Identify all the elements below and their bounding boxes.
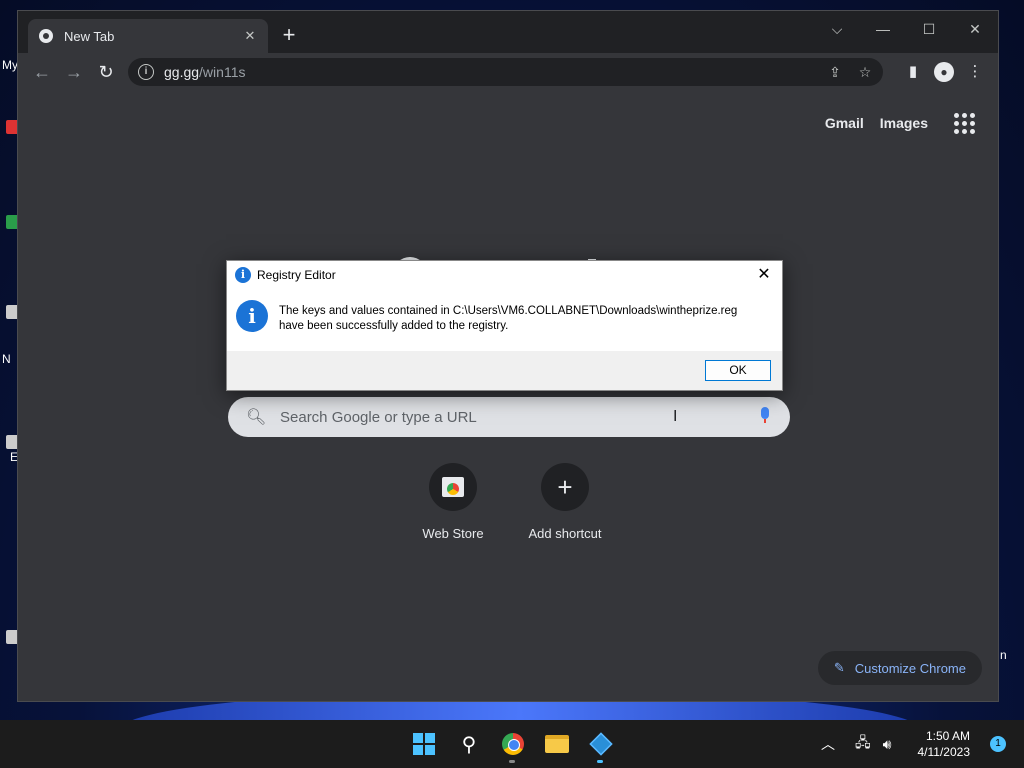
- address-bar[interactable]: i gg.gg/win11s ⇪ ☆: [128, 58, 883, 86]
- chrome-icon: [502, 733, 524, 755]
- taskbar: ⚲ ︿ 🖧︎ 🔊︎ 1:50 AM 4/11/2023 1: [0, 720, 1024, 768]
- network-icon[interactable]: 🖧︎: [855, 732, 871, 756]
- side-panel-icon[interactable]: ▮: [900, 59, 926, 85]
- microphone-icon[interactable]: [760, 407, 770, 425]
- tab-title: New Tab: [64, 28, 115, 44]
- taskbar-file-explorer[interactable]: [541, 728, 573, 760]
- tab-search-icon[interactable]: ⌵: [814, 15, 860, 43]
- shortcut-label: Web Store: [422, 526, 484, 541]
- start-button[interactable]: [408, 728, 440, 760]
- customize-chrome-button[interactable]: ✎ Customize Chrome: [817, 651, 982, 685]
- notification-badge[interactable]: 1: [990, 736, 1006, 752]
- customize-chrome-label: Customize Chrome: [854, 660, 966, 676]
- text-cursor-icon: I: [673, 408, 678, 425]
- reload-icon[interactable]: ↻: [90, 56, 122, 88]
- search-input[interactable]: [280, 408, 700, 426]
- site-info-icon[interactable]: i: [138, 64, 154, 80]
- images-link[interactable]: Images: [880, 115, 928, 131]
- desktop-label: N: [2, 352, 11, 366]
- clock-date: 4/11/2023: [917, 745, 971, 759]
- system-tray: ︿ 🖧︎ 🔊︎ 1:50 AM 4/11/2023 1: [821, 720, 1006, 768]
- web-store-icon: [442, 477, 464, 497]
- gmail-link[interactable]: Gmail: [825, 115, 864, 131]
- running-indicator: [597, 760, 603, 763]
- desktop-label: My: [2, 58, 18, 72]
- taskbar-chrome[interactable]: [497, 728, 529, 763]
- info-icon: i: [235, 267, 251, 283]
- toolbar: ← → ↻ i gg.gg/win11s ⇪ ☆ ▮ ● ⋮: [18, 53, 998, 91]
- shortcut-add[interactable]: + Add shortcut: [510, 463, 620, 541]
- apps-grid-icon[interactable]: [952, 111, 976, 135]
- windows-start-icon: [413, 733, 435, 755]
- ntp-search-box[interactable]: 🔍︎: [228, 397, 790, 437]
- url-path: /win11s: [199, 64, 246, 80]
- url-host: gg.gg: [164, 64, 200, 80]
- search-icon: ⚲: [461, 733, 477, 756]
- forward-icon[interactable]: →: [58, 56, 90, 88]
- volume-icon[interactable]: 🔊︎: [883, 736, 892, 753]
- maximize-icon[interactable]: ☐: [906, 15, 952, 43]
- chevron-up-icon[interactable]: ︿: [821, 734, 835, 754]
- tab-new-tab[interactable]: New Tab ✕: [28, 19, 268, 53]
- ok-button[interactable]: OK: [705, 360, 771, 381]
- dialog-titlebar: i Registry Editor ✕: [227, 261, 782, 289]
- close-icon[interactable]: ✕: [752, 263, 776, 287]
- clock-time: 1:50 AM: [925, 729, 970, 743]
- dialog-message: The keys and values contained in C:\User…: [279, 304, 737, 334]
- new-tab-page: Gmail Images 🔍︎ I Web Store + Add shortc…: [18, 91, 998, 701]
- desktop-label: n: [1000, 648, 1007, 662]
- taskbar-search-button[interactable]: ⚲: [453, 728, 485, 760]
- back-icon[interactable]: ←: [26, 56, 58, 88]
- taskbar-regedit[interactable]: [585, 728, 617, 763]
- folder-icon: [545, 735, 569, 753]
- shortcut-web-store[interactable]: Web Store: [398, 463, 508, 541]
- menu-kebab-icon[interactable]: ⋮: [962, 59, 988, 85]
- close-window-icon[interactable]: ✕: [952, 15, 998, 43]
- bookmark-star-icon[interactable]: ☆: [855, 62, 875, 82]
- search-icon: 🔍︎: [246, 409, 267, 426]
- chrome-favicon-icon: [39, 29, 53, 43]
- tab-strip: New Tab ✕ + ⌵ — ☐ ✕: [18, 11, 998, 53]
- info-icon: i: [236, 300, 268, 332]
- dialog-footer: OK: [227, 351, 782, 391]
- plus-icon: +: [557, 472, 573, 502]
- registry-editor-dialog: i Registry Editor ✕ i The keys and value…: [226, 260, 783, 391]
- dialog-message-line: The keys and values contained in C:\User…: [279, 305, 738, 317]
- close-tab-icon[interactable]: ✕: [242, 28, 258, 44]
- new-tab-button[interactable]: +: [276, 23, 302, 49]
- profile-icon[interactable]: ●: [934, 62, 954, 82]
- dialog-body: i The keys and values contained in C:\Us…: [227, 289, 782, 351]
- dialog-title: Registry Editor: [257, 268, 336, 282]
- running-indicator: [509, 760, 515, 763]
- clock[interactable]: 1:50 AM 4/11/2023: [918, 728, 971, 760]
- minimize-icon[interactable]: —: [860, 15, 906, 43]
- shortcut-label: Add shortcut: [528, 526, 602, 541]
- share-icon[interactable]: ⇪: [825, 62, 845, 82]
- dialog-message-line: have been successfully added to the regi…: [279, 320, 509, 332]
- pencil-icon: ✎: [833, 660, 845, 675]
- registry-editor-icon: [589, 732, 613, 756]
